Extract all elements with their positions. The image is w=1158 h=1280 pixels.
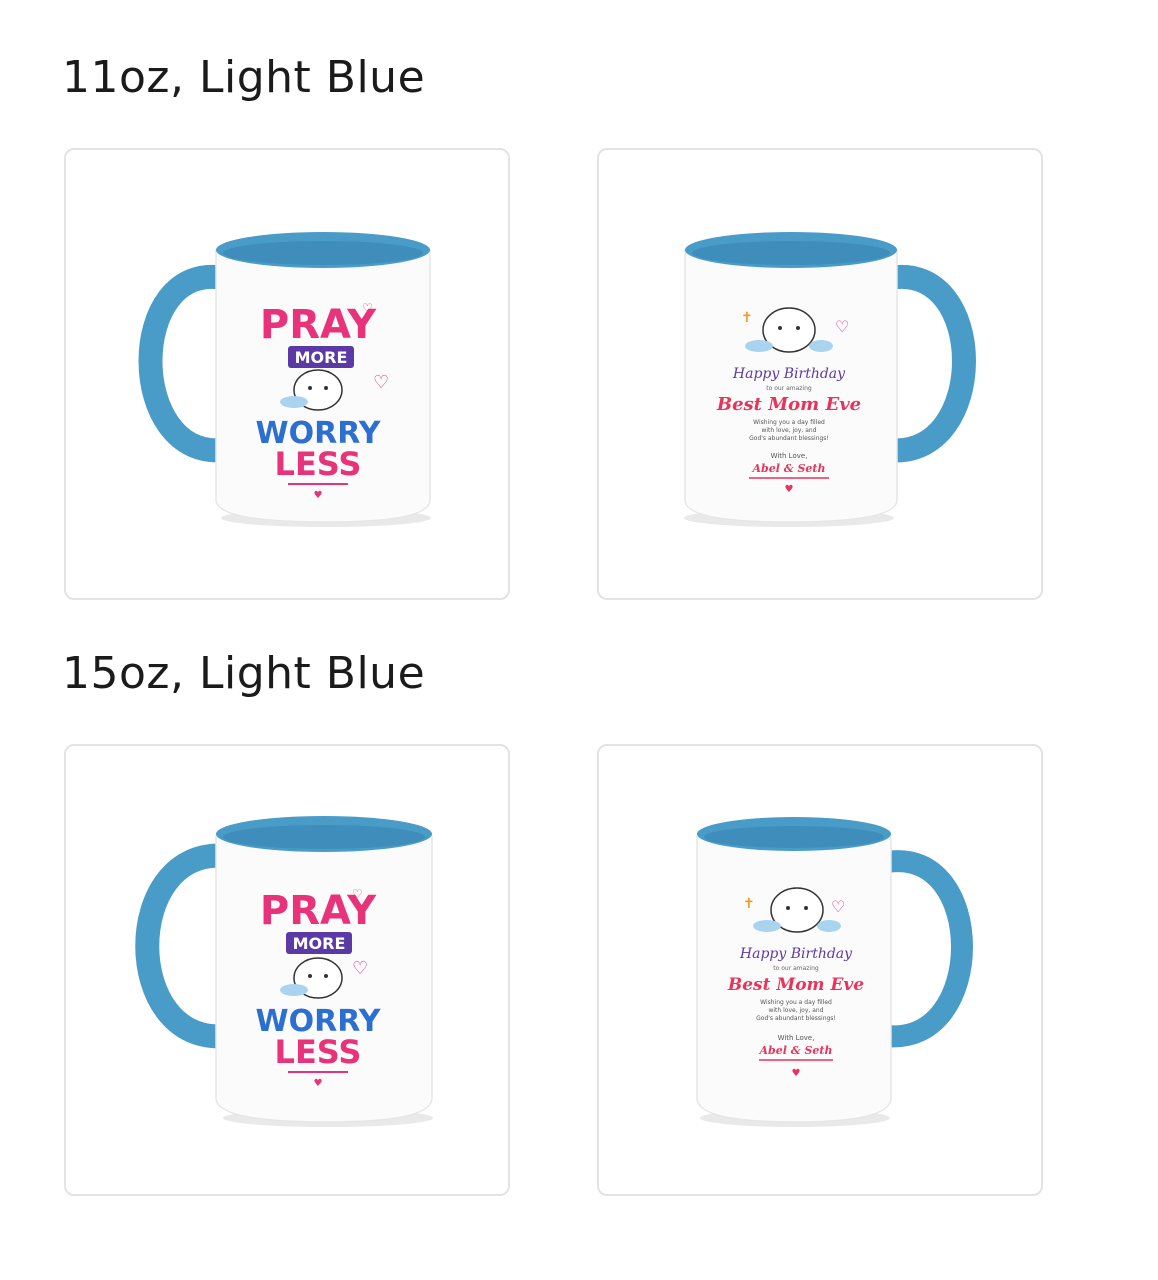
back-text-headline: Best Mom Eve — [727, 975, 864, 995]
mug-11oz-front-image: PRAY MORE WORRY LESS ♡ ♡ ♥ — [138, 232, 431, 527]
back-text-headline: Best Mom Eve — [716, 394, 861, 415]
front-text-less: LESS — [275, 445, 362, 483]
back-text-subline: to our amazing — [773, 965, 819, 972]
front-text-more: MORE — [293, 934, 346, 953]
cross-icon: ✝ — [743, 896, 755, 912]
mug-15oz-back-image: ♡ ✝ Happy Birthday to our amazing Best M… — [696, 817, 973, 1127]
product-image-15oz-front[interactable]: PRAY MORE WORRY LESS ♡ ♡ ♥ — [64, 744, 510, 1196]
svg-text:♡: ♡ — [352, 958, 368, 979]
back-text-wish-2: with love, joy, and — [761, 427, 816, 434]
heart-icon: ♥ — [785, 484, 794, 495]
cross-icon: ✝ — [741, 310, 753, 326]
back-text-subline: to our amazing — [766, 385, 812, 392]
front-text-less: LESS — [275, 1033, 362, 1071]
back-text-names: Abel & Seth — [758, 1044, 832, 1057]
product-image-11oz-back[interactable]: ♡ ✝ Happy Birthday to our amazing Best M… — [597, 148, 1043, 600]
product-image-11oz-front[interactable]: PRAY MORE WORRY LESS ♡ ♡ ♥ — [64, 148, 510, 600]
front-text-pray: PRAY — [260, 302, 377, 348]
heart-icon: ♥ — [792, 1068, 801, 1079]
section-title-11oz: 11oz, Light Blue — [62, 52, 426, 103]
svg-text:♡: ♡ — [373, 372, 389, 393]
mug-11oz-back-image: ♡ ✝ Happy Birthday to our amazing Best M… — [684, 232, 976, 527]
back-text-wish-3: God's abundant blessings! — [756, 1015, 836, 1022]
front-text-more: MORE — [295, 348, 348, 367]
back-text-names: Abel & Seth — [751, 462, 825, 475]
svg-text:♥: ♥ — [314, 1078, 323, 1089]
svg-text:♡: ♡ — [352, 887, 363, 901]
product-image-15oz-back[interactable]: ♡ ✝ Happy Birthday to our amazing Best M… — [597, 744, 1043, 1196]
back-text-signoff: With Love, — [771, 452, 808, 460]
svg-text:♥: ♥ — [314, 490, 323, 501]
back-text-greeting: Happy Birthday — [739, 946, 853, 962]
section-title-15oz: 15oz, Light Blue — [62, 648, 426, 699]
back-text-wish-1: Wishing you a day filled — [753, 419, 825, 426]
back-text-wish-3: God's abundant blessings! — [749, 435, 829, 442]
back-text-wish-1: Wishing you a day filled — [760, 999, 832, 1006]
heart-icon: ♡ — [831, 897, 845, 916]
heart-icon: ♡ — [835, 317, 849, 336]
back-text-signoff: With Love, — [778, 1034, 815, 1042]
back-text-wish-2: with love, joy, and — [768, 1007, 823, 1014]
mug-15oz-front-image: PRAY MORE WORRY LESS ♡ ♡ ♥ — [135, 816, 433, 1127]
svg-text:♡: ♡ — [362, 301, 373, 315]
back-text-greeting: Happy Birthday — [732, 366, 846, 382]
